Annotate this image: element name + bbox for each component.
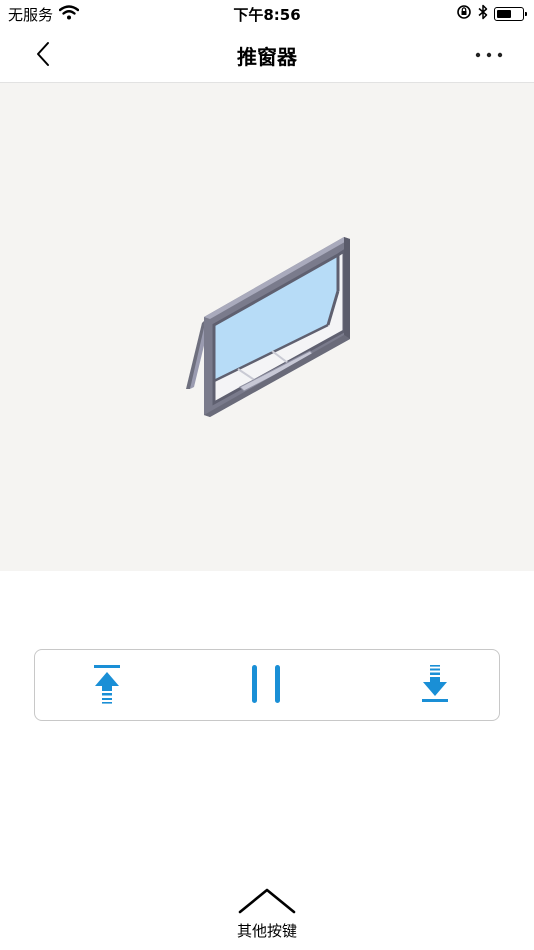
other-keys-label: 其他按键	[236, 922, 297, 940]
open-to-top-icon	[94, 665, 120, 704]
battery-fill	[496, 9, 511, 18]
page-title: 推窗器	[237, 45, 297, 69]
more-dots-icon	[475, 52, 503, 58]
close-to-bottom-icon	[422, 665, 448, 702]
pause-icon	[252, 665, 280, 703]
navigation-bar: 推窗器	[0, 28, 534, 83]
more-button[interactable]	[474, 46, 504, 64]
open-button[interactable]	[83, 662, 131, 710]
status-right	[456, 4, 527, 24]
bluetooth-icon	[478, 4, 488, 24]
battery-tip	[525, 11, 527, 16]
status-time: 下午8:56	[233, 6, 301, 24]
other-keys-button[interactable]: 其他按键	[206, 880, 328, 946]
chevron-up-icon	[238, 888, 296, 914]
pause-button[interactable]	[244, 662, 292, 710]
close-button[interactable]	[411, 662, 459, 710]
control-panel	[34, 649, 500, 721]
window-opener-illustration	[186, 237, 350, 417]
orientation-lock-icon	[456, 4, 472, 24]
status-bar: 无服务 下午8:56	[0, 0, 534, 28]
battery-icon	[494, 7, 527, 21]
device-preview	[0, 83, 534, 571]
